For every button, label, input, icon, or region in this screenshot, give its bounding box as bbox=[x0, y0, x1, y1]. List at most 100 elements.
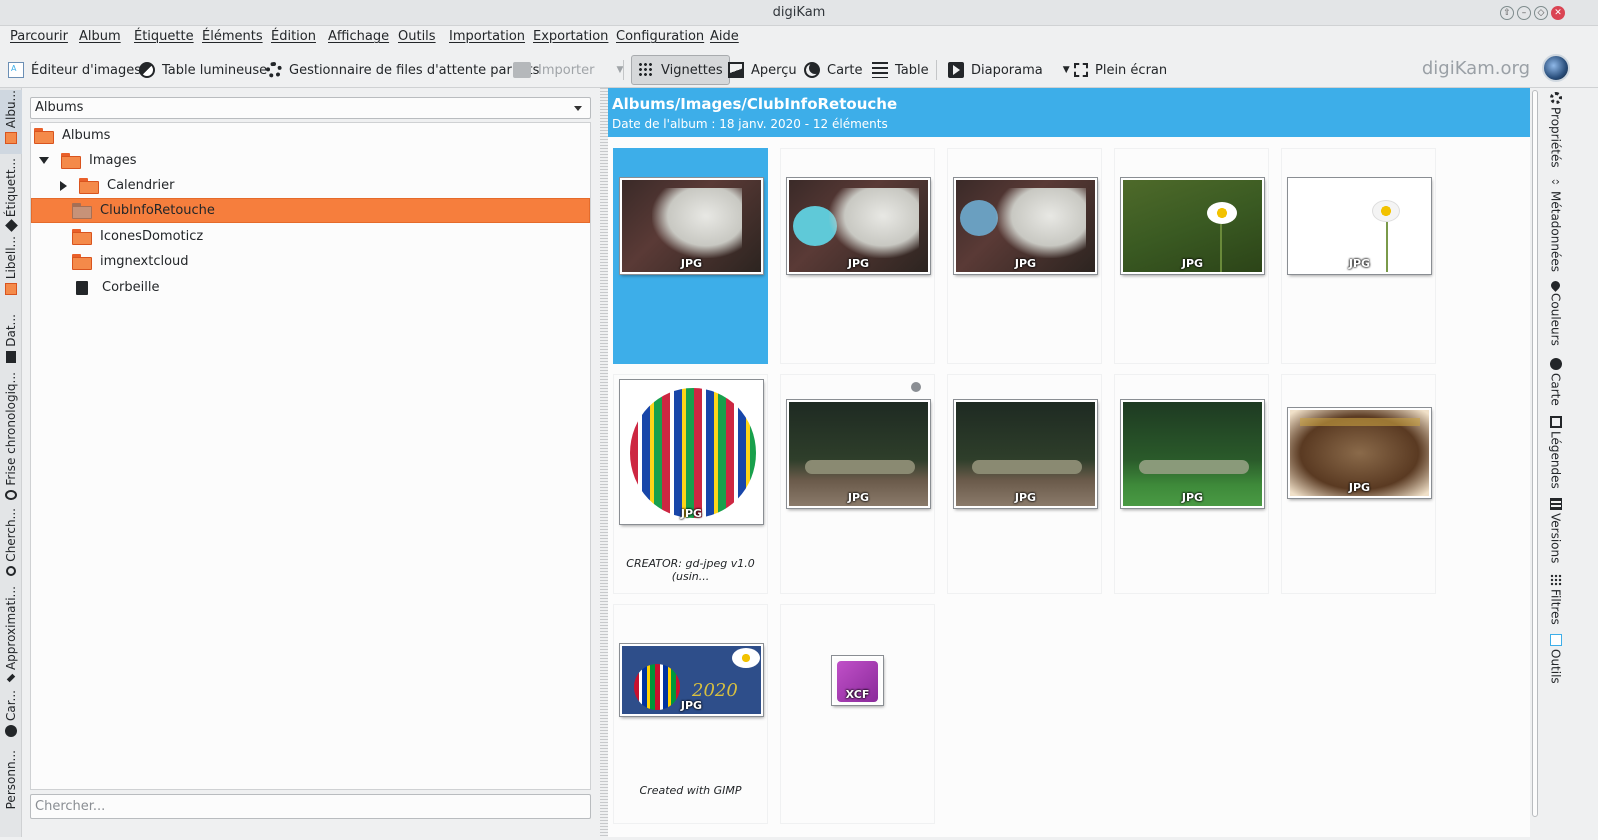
thumbnail-image: JPG bbox=[787, 400, 930, 508]
menu-edition[interactable]: Édition bbox=[271, 29, 316, 44]
tab-colors[interactable]: Couleurs bbox=[1543, 279, 1568, 351]
tab-map[interactable]: Carte bbox=[1543, 358, 1568, 412]
thumbnail-item[interactable]: JPG bbox=[1114, 148, 1269, 364]
geolocation-icon bbox=[909, 380, 923, 394]
folder-icon bbox=[5, 132, 17, 145]
expander-closed-icon[interactable] bbox=[60, 180, 67, 191]
keep-above-icon[interactable]: ⇧ bbox=[1500, 6, 1514, 20]
calendar-icon bbox=[6, 350, 16, 363]
thumbnail-item[interactable]: JPG bbox=[1114, 374, 1269, 594]
format-badge: JPG bbox=[1181, 257, 1204, 270]
thumbnail-view: Albums/Images/ClubInfoRetouche Date de l… bbox=[608, 88, 1530, 837]
brush-icon bbox=[6, 673, 16, 683]
tree-item-albums[interactable]: Albums bbox=[31, 123, 590, 148]
format-badge: JPG bbox=[1014, 491, 1037, 504]
close-button[interactable]: ✕ bbox=[1551, 6, 1565, 20]
tab-dates[interactable]: Dat... bbox=[0, 314, 22, 364]
tab-tools[interactable]: Outils bbox=[1543, 634, 1568, 690]
thumbnail-item[interactable]: XCF bbox=[780, 604, 935, 824]
tab-label: Frise chronologiq... bbox=[4, 372, 18, 486]
tree-item-label: Albums bbox=[62, 128, 111, 143]
tab-search[interactable]: Cherch... bbox=[0, 508, 22, 578]
menu-album[interactable]: Album bbox=[79, 29, 121, 44]
menu-affichage[interactable]: Affichage bbox=[328, 29, 389, 44]
caption-icon bbox=[1549, 416, 1562, 428]
album-info: Date de l'album : 18 janv. 2020 - 12 élé… bbox=[612, 117, 888, 131]
thumbnail-item[interactable]: JPG bbox=[780, 374, 935, 594]
thumbnail-image: JPG bbox=[954, 400, 1097, 508]
panel-splitter[interactable] bbox=[600, 88, 608, 837]
tree-item-calendrier[interactable]: Calendrier bbox=[31, 173, 590, 198]
thumbnail-item[interactable]: JPG bbox=[947, 374, 1102, 594]
tab-albums[interactable]: Albu... bbox=[0, 90, 22, 154]
maximize-button[interactable]: ◇ bbox=[1534, 6, 1548, 20]
minimize-button[interactable]: – bbox=[1517, 6, 1531, 20]
album-view-combo[interactable]: Albums bbox=[30, 97, 591, 119]
tree-item-iconesdomoticz[interactable]: IconesDomoticz bbox=[31, 224, 590, 249]
thumbnail-item[interactable]: JPG bbox=[1281, 148, 1436, 364]
menu-configuration[interactable]: Configuration bbox=[616, 29, 704, 44]
thumbnail-item[interactable]: JPG CREATOR: gd-jpeg v1.0 (usin... bbox=[613, 374, 768, 594]
slideshow-label: Diaporama bbox=[971, 62, 1043, 78]
slideshow-dropdown-icon[interactable]: ▼ bbox=[1063, 65, 1070, 75]
preview-button[interactable]: Aperçu bbox=[728, 58, 797, 82]
thumbnail-item[interactable]: JPG bbox=[1281, 374, 1436, 594]
tab-label: Filtres bbox=[1548, 589, 1563, 625]
thumbnail-item[interactable]: JPG bbox=[613, 148, 768, 364]
tree-item-imgnextcloud[interactable]: imgnextcloud bbox=[31, 249, 590, 274]
import-button[interactable]: Importer ▼ bbox=[513, 58, 623, 82]
tab-label: Car... bbox=[4, 690, 18, 722]
tag-icon bbox=[4, 219, 18, 232]
thumbnail-item[interactable]: 2020 JPG Created with GIMP bbox=[613, 604, 768, 824]
fullscreen-button[interactable]: Plein écran bbox=[1074, 58, 1167, 82]
tab-labels[interactable]: Libell... bbox=[0, 236, 22, 300]
image-editor-button[interactable]: A Éditeur d'images bbox=[8, 58, 141, 82]
thumbnail-image: JPG bbox=[1288, 178, 1431, 274]
tab-properties[interactable]: Propriétés bbox=[1543, 92, 1568, 178]
table-button[interactable]: Table bbox=[872, 58, 929, 82]
tree-item-images[interactable]: Images bbox=[31, 148, 590, 173]
preview-label: Aperçu bbox=[751, 62, 797, 78]
map-button[interactable]: Carte bbox=[804, 58, 862, 82]
expander-open-icon[interactable] bbox=[39, 157, 49, 164]
tab-map-search[interactable]: Car... bbox=[0, 690, 22, 742]
toolbar-separator bbox=[936, 60, 937, 80]
menu-etiquette[interactable]: Étiquette bbox=[134, 29, 194, 44]
menu-outils[interactable]: Outils bbox=[398, 29, 436, 44]
tab-tags[interactable]: Étiquett... bbox=[0, 158, 22, 232]
thumbnails-view-button[interactable]: Vignettes bbox=[631, 55, 730, 85]
horse-shape bbox=[996, 188, 1086, 258]
menu-aide[interactable]: Aide bbox=[710, 29, 739, 44]
window-title: digiKam bbox=[772, 5, 826, 20]
thumbnail-scrollbar[interactable] bbox=[1530, 88, 1540, 837]
log-shape bbox=[805, 460, 915, 474]
tree-item-corbeille[interactable]: Corbeille bbox=[31, 275, 590, 300]
toolbar-separator bbox=[623, 60, 624, 80]
tab-filters[interactable]: Filtres bbox=[1543, 574, 1568, 630]
scrollbar-handle[interactable] bbox=[1532, 90, 1538, 817]
thumbnail-image: JPG bbox=[1288, 408, 1431, 498]
batch-queue-button[interactable]: Gestionnaire de files d'attente par lots bbox=[266, 58, 539, 82]
tools-icon bbox=[1549, 634, 1562, 646]
tab-versions[interactable]: Versions bbox=[1543, 498, 1568, 570]
label-icon bbox=[5, 283, 17, 296]
slideshow-button[interactable]: Diaporama ▼ bbox=[948, 58, 1070, 82]
thumbnail-item[interactable]: JPG bbox=[947, 148, 1102, 364]
thumbnail-item[interactable]: JPG bbox=[780, 148, 935, 364]
combo-value: Albums bbox=[35, 100, 84, 115]
tree-item-clubinforetouche[interactable]: ClubInfoRetouche bbox=[31, 198, 590, 223]
tab-fuzzy-search[interactable]: Approximati... bbox=[0, 586, 22, 683]
menu-parcourir[interactable]: Parcourir bbox=[10, 29, 68, 44]
menu-importation[interactable]: Importation bbox=[449, 29, 525, 44]
tab-metadata[interactable]: ‹› Métadonnées bbox=[1543, 176, 1568, 276]
tab-captions[interactable]: Légendes bbox=[1543, 416, 1568, 496]
tab-people[interactable]: Personn... bbox=[0, 750, 22, 840]
menu-elements[interactable]: Éléments bbox=[202, 29, 263, 44]
light-table-button[interactable]: Table lumineuse bbox=[139, 58, 267, 82]
menu-exportation[interactable]: Exportation bbox=[533, 29, 608, 44]
tab-timeline[interactable]: Frise chronologiq... bbox=[0, 372, 22, 500]
format-badge: JPG bbox=[680, 257, 703, 270]
grid-icon bbox=[638, 62, 654, 78]
album-search-input[interactable]: Chercher... bbox=[30, 794, 591, 819]
batch-queue-label: Gestionnaire de files d'attente par lots bbox=[289, 62, 540, 78]
